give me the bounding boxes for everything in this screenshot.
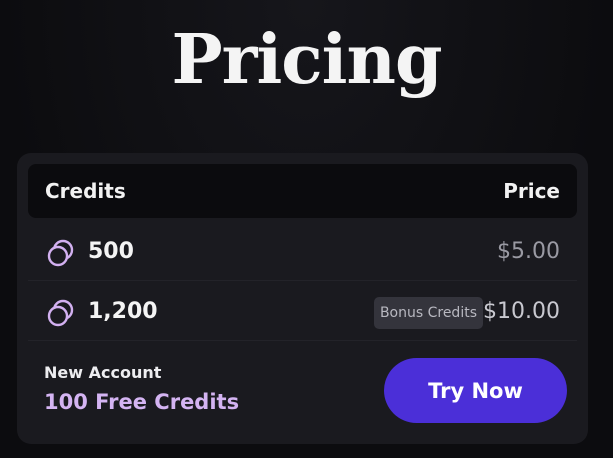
bonus-credits-badge: Bonus Credits xyxy=(373,297,483,329)
page-title: Pricing xyxy=(171,20,442,100)
price-column-header: Price xyxy=(503,179,560,203)
pricing-page: Pricing Credits Price 500 $5.00 1,200 Bo… xyxy=(0,0,613,458)
pricing-row: 500 $5.00 xyxy=(28,225,577,281)
try-now-button[interactable]: Try Now xyxy=(384,358,567,423)
new-account-label: New Account xyxy=(44,363,162,382)
pricing-card: Credits Price 500 $5.00 1,200 Bonus Cred… xyxy=(17,153,588,444)
free-credits-text: 100 Free Credits xyxy=(44,390,240,414)
credit-price: $10.00 xyxy=(483,299,560,324)
credit-price: $5.00 xyxy=(497,239,560,264)
credit-amount: 1,200 xyxy=(88,299,158,324)
coins-icon xyxy=(47,299,74,327)
coins-icon xyxy=(47,239,74,267)
credit-amount: 500 xyxy=(88,239,134,264)
table-header: Credits Price xyxy=(28,164,577,218)
pricing-row: 1,200 Bonus Credits $10.00 xyxy=(28,285,577,341)
credits-column-header: Credits xyxy=(45,179,126,203)
